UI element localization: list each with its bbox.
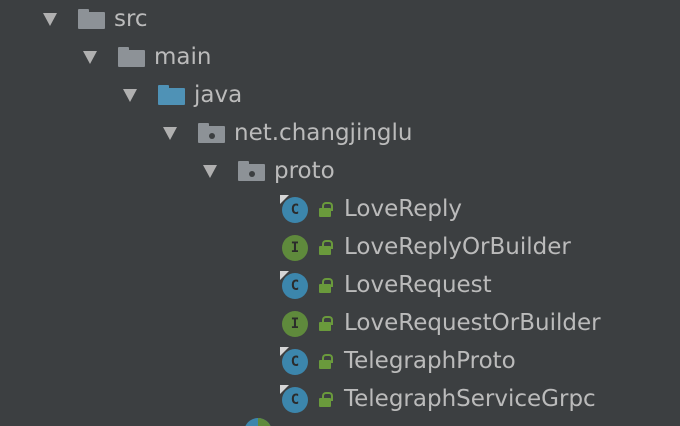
tree-node-label: java <box>194 82 243 108</box>
tree-file-love-request-or-builder[interactable]: I LoveRequestOrBuilder <box>0 304 680 342</box>
lock-icon <box>318 315 333 331</box>
expand-arrow-icon[interactable] <box>203 164 217 178</box>
tree-node-package-net-changjinglu[interactable]: net.changjinglu <box>0 114 680 152</box>
tree-node-label: proto <box>274 158 335 184</box>
lock-icon <box>318 391 333 407</box>
class-icon: C <box>280 385 308 413</box>
tree-file-label: TelegraphProto <box>344 348 516 374</box>
tree-node-src[interactable]: src <box>0 0 680 38</box>
partially-visible-file-icon <box>244 418 272 426</box>
folder-icon <box>118 47 145 67</box>
lock-icon <box>318 239 333 255</box>
tree-node-label: net.changjinglu <box>234 120 413 146</box>
package-icon <box>238 161 265 181</box>
tree-file-label: LoveRequestOrBuilder <box>344 310 601 336</box>
interface-icon: I <box>280 309 308 337</box>
tree-file-love-reply-or-builder[interactable]: I LoveReplyOrBuilder <box>0 228 680 266</box>
tree-file-label: LoveReply <box>344 196 462 222</box>
lock-icon <box>318 277 333 293</box>
tree-file-telegraph-service-grpc[interactable]: C TelegraphServiceGrpc <box>0 380 680 418</box>
tree-file-telegraph-proto[interactable]: C TelegraphProto <box>0 342 680 380</box>
tree-node-java[interactable]: java <box>0 76 680 114</box>
expand-arrow-icon[interactable] <box>43 12 57 26</box>
tree-node-label: src <box>114 6 148 32</box>
class-icon: C <box>280 347 308 375</box>
interface-icon: I <box>280 233 308 261</box>
tree-node-label: main <box>154 44 212 70</box>
expand-arrow-icon[interactable] <box>163 126 177 140</box>
package-icon <box>198 123 225 143</box>
folder-icon <box>78 9 105 29</box>
tree-file-label: TelegraphServiceGrpc <box>344 386 596 412</box>
tree-file-label: LoveRequest <box>344 272 492 298</box>
tree-file-label: LoveReplyOrBuilder <box>344 234 571 260</box>
expand-arrow-icon[interactable] <box>83 50 97 64</box>
tree-node-package-proto[interactable]: proto <box>0 152 680 190</box>
tree-file-love-request[interactable]: C LoveRequest <box>0 266 680 304</box>
expand-arrow-icon[interactable] <box>123 88 137 102</box>
lock-icon <box>318 201 333 217</box>
tree-node-main[interactable]: main <box>0 38 680 76</box>
source-root-folder-icon <box>158 85 185 105</box>
class-icon: C <box>280 271 308 299</box>
tree-file-love-reply[interactable]: C LoveReply <box>0 190 680 228</box>
lock-icon <box>318 353 333 369</box>
class-icon: C <box>280 195 308 223</box>
